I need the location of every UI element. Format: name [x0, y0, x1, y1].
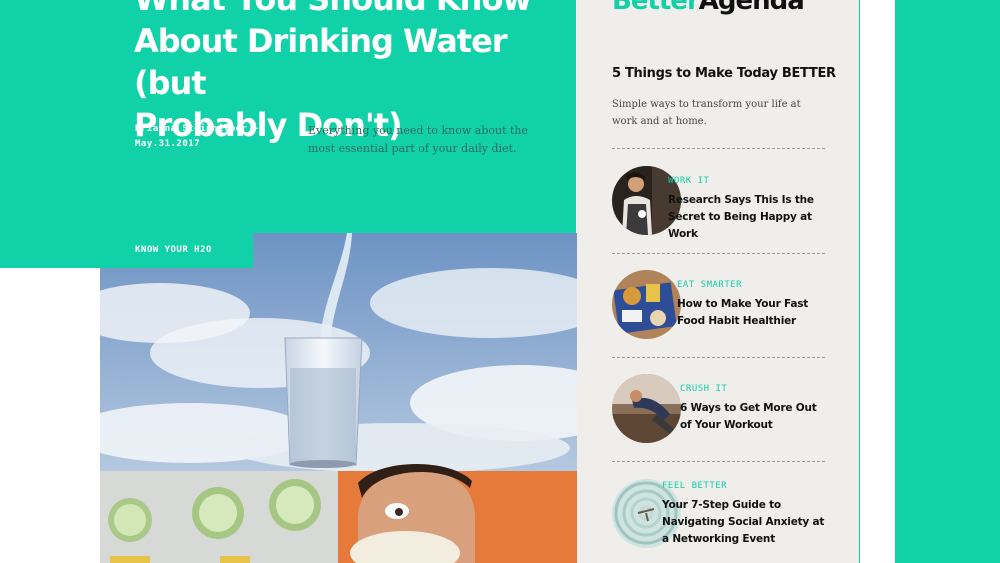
- sidebar-title: 5 Things to Make Today BETTER: [612, 66, 836, 81]
- right-accent-band: [895, 0, 1000, 563]
- list-item-work-it[interactable]: WORK IT Research Says This Is the Secret…: [612, 166, 842, 240]
- list-item-eat-smarter[interactable]: EAT SMARTER How to Make Your Fast Food H…: [612, 270, 842, 340]
- item-category[interactable]: CRUSH IT: [680, 384, 727, 394]
- article-tag[interactable]: KNOW YOUR H2O: [135, 245, 212, 255]
- workout-photo-icon: [612, 374, 681, 443]
- item-category[interactable]: WORK IT: [668, 176, 709, 186]
- fast-food-tray-photo-icon: [612, 270, 681, 339]
- article-byline: Brianna Steinhilber - May.31.2017: [135, 122, 259, 152]
- list-item-crush-it[interactable]: CRUSH IT 6 Ways to Get More Out of Your …: [612, 374, 842, 444]
- divider: [612, 148, 825, 149]
- item-category[interactable]: FEEL BETTER: [662, 481, 727, 491]
- hero-photo: [100, 233, 577, 563]
- tag-band: [0, 232, 253, 268]
- divider: [612, 357, 825, 358]
- item-category[interactable]: EAT SMARTER: [677, 280, 742, 290]
- list-item-feel-better[interactable]: FEEL BETTER Your 7-Step Guide to Navigat…: [612, 479, 842, 549]
- article-dek: Everything you need to know about the mo…: [308, 124, 528, 155]
- brand-logo-part1: Better: [612, 0, 700, 16]
- item-title[interactable]: How to Make Your Fast Food Habit Healthi…: [677, 296, 827, 330]
- divider: [612, 461, 825, 462]
- publish-date: May.31.2017: [135, 139, 201, 149]
- item-title[interactable]: Research Says This Is the Secret to Bein…: [668, 192, 828, 243]
- divider: [612, 253, 825, 254]
- author-name[interactable]: Brianna Steinhilber -: [135, 122, 259, 137]
- sidebar-subtitle: Simple ways to transform your life at wo…: [612, 99, 801, 127]
- item-title[interactable]: Your 7-Step Guide to Navigating Social A…: [662, 497, 830, 548]
- brand-logo[interactable]: BetterAgenda: [612, 0, 805, 16]
- item-title[interactable]: 6 Ways to Get More Out of Your Workout: [680, 400, 830, 434]
- brand-logo-part2: Agenda: [698, 0, 805, 16]
